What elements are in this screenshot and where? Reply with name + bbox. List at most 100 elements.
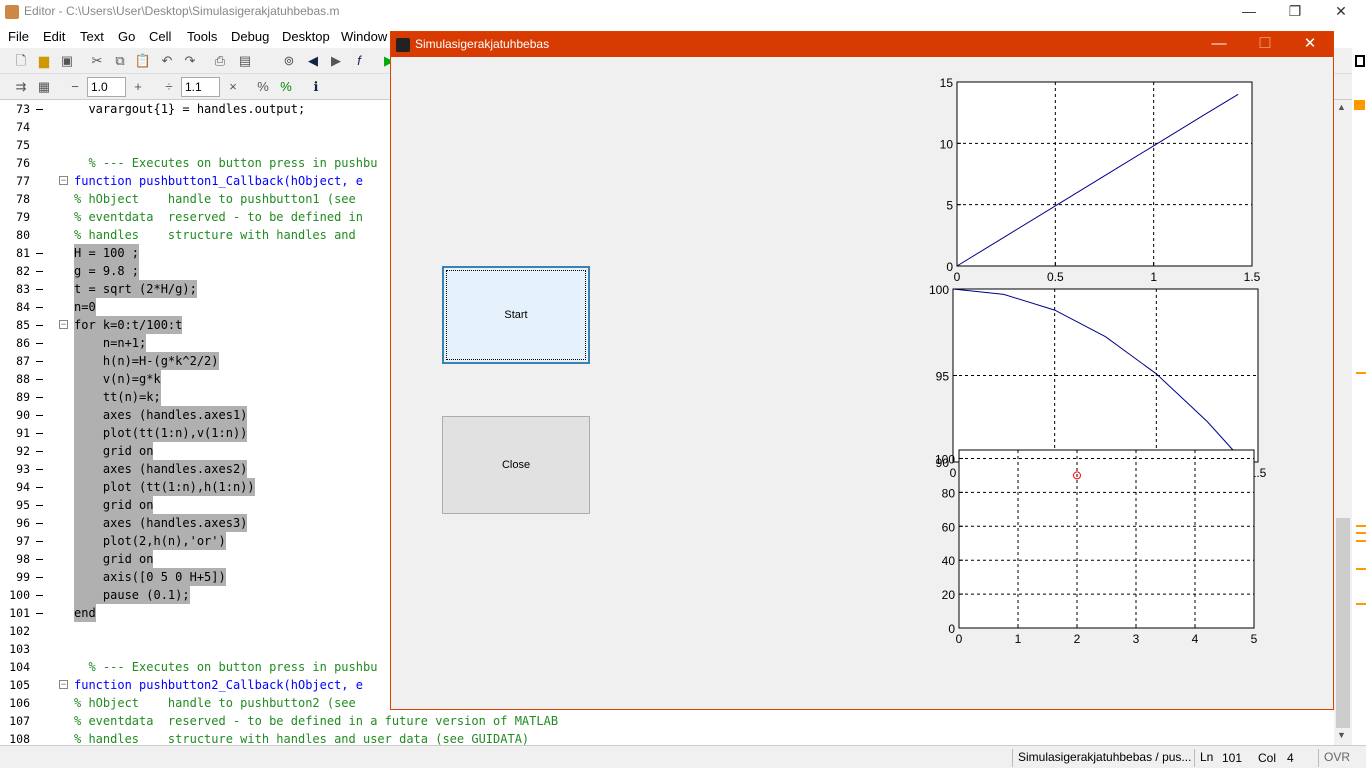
multiply-icon[interactable]: × [224, 78, 242, 96]
cell-divider-icon[interactable]: ▦ [35, 78, 53, 96]
window-icon[interactable] [1355, 55, 1365, 67]
vertical-scrollbar[interactable]: ▲ ▼ [1334, 100, 1352, 745]
code-line[interactable]: pause (0.1); [74, 586, 190, 604]
scroll-thumb[interactable] [1336, 518, 1350, 728]
comment-percent-icon[interactable]: % [277, 78, 295, 96]
breakpoint-dash[interactable] [36, 343, 43, 344]
breakpoint-dash[interactable] [36, 361, 43, 362]
code-line[interactable]: g = 9.8 ; [74, 262, 140, 280]
code-line[interactable]: % --- Executes on button press in pushbu [74, 154, 377, 172]
print-icon[interactable]: ⎙ [211, 52, 229, 70]
code-line[interactable]: % hObject handle to pushbutton2 (see [74, 694, 356, 712]
code-line[interactable]: tt(n)=k; [74, 388, 161, 406]
code-line[interactable]: % eventdata reserved - to be defined in [74, 208, 363, 226]
code-line[interactable]: plot(2,h(n),'or') [74, 532, 226, 550]
info-icon[interactable]: ℹ [307, 78, 325, 96]
divide-icon[interactable]: ÷ [160, 78, 178, 96]
code-line[interactable]: end [74, 604, 96, 622]
cut-icon[interactable]: ✂ [88, 52, 106, 70]
breakpoint-dash[interactable] [36, 487, 43, 488]
breakpoint-dash[interactable] [36, 505, 43, 506]
menu-go[interactable]: Go [118, 29, 135, 44]
breakpoint-dash[interactable] [36, 469, 43, 470]
menu-tools[interactable]: Tools [187, 29, 217, 44]
close-icon[interactable]: ✕ [1318, 0, 1364, 24]
menu-desktop[interactable]: Desktop [282, 29, 330, 44]
new-file-icon[interactable]: 🗋 [12, 52, 30, 70]
zoom-a-input[interactable] [87, 77, 126, 97]
code-line[interactable]: plot(tt(1:n),v(1:n)) [74, 424, 248, 442]
breakpoint-dash[interactable] [36, 109, 43, 110]
menu-window[interactable]: Window [341, 29, 387, 44]
menu-cell[interactable]: Cell [149, 29, 171, 44]
breakpoint-dash[interactable] [36, 415, 43, 416]
breakpoint-dash[interactable] [36, 271, 43, 272]
code-line[interactable]: H = 100 ; [74, 244, 140, 262]
breakpoint-dash[interactable] [36, 613, 43, 614]
fold-toggle-icon[interactable]: − [59, 176, 68, 185]
breakpoint-dash[interactable] [36, 325, 43, 326]
menu-text[interactable]: Text [80, 29, 104, 44]
redo-icon[interactable]: ↷ [181, 52, 199, 70]
code-line[interactable]: varargout{1} = handles.output; [74, 100, 305, 118]
code-line[interactable]: n=n+1; [74, 334, 147, 352]
code-line[interactable]: grid on [74, 550, 154, 568]
code-line[interactable]: % handles structure with handles and [74, 226, 356, 244]
forward-arrow-icon[interactable]: ▶ [327, 52, 345, 70]
breakpoint-dash[interactable] [36, 595, 43, 596]
code-line[interactable]: v(n)=g*k [74, 370, 161, 388]
breakpoint-dash[interactable] [36, 541, 43, 542]
code-line[interactable]: grid on [74, 442, 154, 460]
paste-icon[interactable]: 📋 [134, 52, 152, 70]
code-line[interactable]: axes (handles.axes3) [74, 514, 248, 532]
breakpoint-dash[interactable] [36, 559, 43, 560]
code-line[interactable]: axis([0 5 0 H+5]) [74, 568, 226, 586]
insert-cell-icon[interactable]: ⇉ [12, 78, 30, 96]
breakpoint-dash[interactable] [36, 523, 43, 524]
figure-close-icon[interactable]: ✕ [1287, 32, 1333, 57]
breakpoint-dash[interactable] [36, 433, 43, 434]
code-line[interactable]: h(n)=H-(g*k^2/2) [74, 352, 219, 370]
code-line[interactable]: axes (handles.axes1) [74, 406, 248, 424]
code-line[interactable]: % --- Executes on button press in pushbu [74, 658, 377, 676]
breakpoint-dash[interactable] [36, 379, 43, 380]
code-line[interactable]: function pushbutton2_Callback(hObject, e [74, 676, 363, 694]
find-icon[interactable]: ▤ [236, 52, 254, 70]
menu-file[interactable]: File [8, 29, 29, 44]
menu-debug[interactable]: Debug [231, 29, 269, 44]
code-line[interactable]: axes (handles.axes2) [74, 460, 248, 478]
restore-icon[interactable]: ❐ [1272, 0, 1318, 24]
breakpoint-dash[interactable] [36, 289, 43, 290]
back-arrow-icon[interactable]: ◀ [304, 52, 322, 70]
code-line[interactable]: % handles structure with handles and use… [74, 730, 529, 745]
zoom-b-input[interactable] [181, 77, 220, 97]
percent-icon[interactable]: % [254, 78, 272, 96]
breakpoint-dash[interactable] [36, 397, 43, 398]
code-line[interactable]: % hObject handle to pushbutton1 (see [74, 190, 356, 208]
increment-icon[interactable]: + [129, 78, 147, 96]
code-line[interactable]: function pushbutton1_Callback(hObject, e [74, 172, 363, 190]
decrement-icon[interactable]: − [66, 78, 84, 96]
code-line[interactable]: grid on [74, 496, 154, 514]
undo-icon[interactable]: ↶ [158, 52, 176, 70]
breakpoint-dash[interactable] [36, 253, 43, 254]
copy-icon[interactable]: ⧉ [111, 52, 129, 70]
code-line[interactable]: for k=0:t/100:t [74, 316, 183, 334]
code-line[interactable]: t = sqrt (2*H/g); [74, 280, 197, 298]
figure-minimize-icon[interactable]: — [1196, 32, 1242, 57]
fold-toggle-icon[interactable]: − [59, 320, 68, 329]
binoculars-icon[interactable]: ⊚ [280, 52, 298, 70]
function-icon[interactable]: f [350, 52, 368, 70]
save-icon[interactable]: ▣ [58, 52, 76, 70]
code-line[interactable]: n=0 [74, 298, 96, 316]
scroll-up-icon[interactable]: ▲ [1337, 102, 1346, 112]
minimize-icon[interactable]: — [1226, 0, 1272, 24]
breakpoint-dash[interactable] [36, 451, 43, 452]
figure-maximize-icon[interactable]: ☐ [1242, 32, 1288, 57]
breakpoint-dash[interactable] [36, 307, 43, 308]
scroll-down-icon[interactable]: ▼ [1337, 730, 1346, 740]
code-line[interactable]: plot (tt(1:n),h(1:n)) [74, 478, 255, 496]
menu-edit[interactable]: Edit [43, 29, 65, 44]
breakpoint-dash[interactable] [36, 577, 43, 578]
fold-toggle-icon[interactable]: − [59, 680, 68, 689]
